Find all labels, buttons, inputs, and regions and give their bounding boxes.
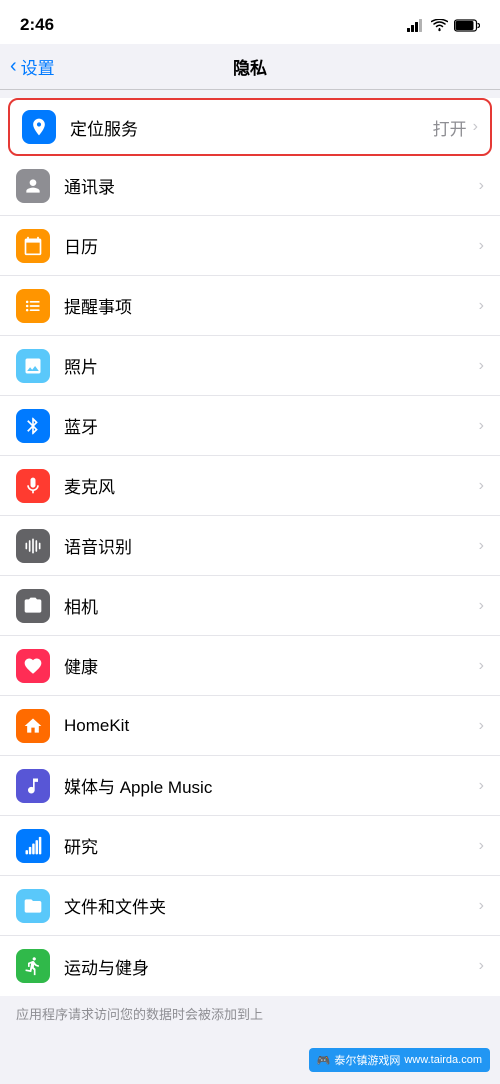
research-label: 研究	[64, 833, 479, 858]
settings-item-contacts[interactable]: 通讯录›	[0, 156, 500, 216]
speechrecognition-icon	[16, 529, 50, 563]
settings-item-microphone[interactable]: 麦克风›	[0, 456, 500, 516]
media-chevron-icon: ›	[479, 777, 484, 795]
health-label: 健康	[64, 653, 479, 678]
photos-chevron-icon: ›	[479, 357, 484, 375]
nav-bar: ‹ 设置 隐私	[0, 44, 500, 90]
location-chevron-icon: ›	[473, 118, 478, 136]
settings-item-calendar[interactable]: 日历›	[0, 216, 500, 276]
contacts-icon	[16, 169, 50, 203]
page-title: 隐私	[233, 54, 267, 79]
battery-icon	[454, 19, 480, 32]
media-label: 媒体与 Apple Music	[64, 773, 479, 798]
calendar-icon	[16, 229, 50, 263]
settings-item-homekit[interactable]: HomeKit›	[0, 696, 500, 756]
fitness-label: 运动与健身	[64, 954, 479, 979]
bluetooth-icon	[16, 409, 50, 443]
settings-item-reminders[interactable]: 提醒事项›	[0, 276, 500, 336]
status-time: 2:46	[20, 15, 54, 35]
signal-icon	[407, 19, 425, 32]
photos-icon	[16, 349, 50, 383]
speechrecognition-chevron-icon: ›	[479, 537, 484, 555]
camera-icon	[16, 589, 50, 623]
files-icon	[16, 889, 50, 923]
settings-item-research[interactable]: 研究›	[0, 816, 500, 876]
settings-list: 定位服务打开›通讯录›日历›提醒事项›照片›蓝牙›麦克风›语音识别›相机›健康›…	[0, 98, 500, 996]
contacts-chevron-icon: ›	[479, 177, 484, 195]
health-icon	[16, 649, 50, 683]
speechrecognition-label: 语音识别	[64, 533, 479, 558]
location-label: 定位服务	[70, 115, 433, 140]
settings-item-camera[interactable]: 相机›	[0, 576, 500, 636]
settings-item-speechrecognition[interactable]: 语音识别›	[0, 516, 500, 576]
watermark-icon: 🎮	[317, 1054, 331, 1067]
settings-item-health[interactable]: 健康›	[0, 636, 500, 696]
watermark: 🎮 泰尔镇游戏网 www.tairda.com	[309, 1048, 490, 1072]
microphone-label: 麦克风	[64, 473, 479, 498]
files-chevron-icon: ›	[479, 897, 484, 915]
health-chevron-icon: ›	[479, 657, 484, 675]
status-bar: 2:46	[0, 0, 500, 44]
homekit-icon	[16, 709, 50, 743]
back-chevron-icon: ‹	[10, 55, 17, 78]
settings-item-fitness[interactable]: 运动与健身›	[0, 936, 500, 996]
calendar-chevron-icon: ›	[479, 237, 484, 255]
homekit-label: HomeKit	[64, 716, 479, 736]
settings-item-bluetooth[interactable]: 蓝牙›	[0, 396, 500, 456]
reminders-label: 提醒事项	[64, 293, 479, 318]
bluetooth-label: 蓝牙	[64, 413, 479, 438]
camera-label: 相机	[64, 593, 479, 618]
microphone-chevron-icon: ›	[479, 477, 484, 495]
settings-item-media[interactable]: 媒体与 Apple Music›	[0, 756, 500, 816]
nav-back-button[interactable]: ‹ 设置	[10, 54, 55, 79]
bottom-note: 应用程序请求访问您的数据时会被添加到上	[0, 996, 500, 1031]
reminders-chevron-icon: ›	[479, 297, 484, 315]
contacts-label: 通讯录	[64, 173, 479, 198]
watermark-url: www.tairda.com	[404, 1054, 482, 1066]
fitness-chevron-icon: ›	[479, 957, 484, 975]
homekit-chevron-icon: ›	[479, 717, 484, 735]
camera-chevron-icon: ›	[479, 597, 484, 615]
media-icon	[16, 769, 50, 803]
microphone-icon	[16, 469, 50, 503]
location-icon	[22, 110, 56, 144]
research-icon	[16, 829, 50, 863]
fitness-icon	[16, 949, 50, 983]
settings-item-location[interactable]: 定位服务打开 ›	[8, 98, 492, 156]
location-value: 打开	[433, 115, 467, 140]
bluetooth-chevron-icon: ›	[479, 417, 484, 435]
reminders-icon	[16, 289, 50, 323]
back-label: 设置	[21, 54, 55, 79]
watermark-label: 泰尔镇游戏网	[334, 1052, 400, 1068]
files-label: 文件和文件夹	[64, 893, 479, 918]
wifi-icon	[431, 19, 448, 32]
settings-item-files[interactable]: 文件和文件夹›	[0, 876, 500, 936]
status-icons	[407, 19, 480, 32]
research-chevron-icon: ›	[479, 837, 484, 855]
calendar-label: 日历	[64, 233, 479, 258]
settings-item-photos[interactable]: 照片›	[0, 336, 500, 396]
photos-label: 照片	[64, 353, 479, 378]
